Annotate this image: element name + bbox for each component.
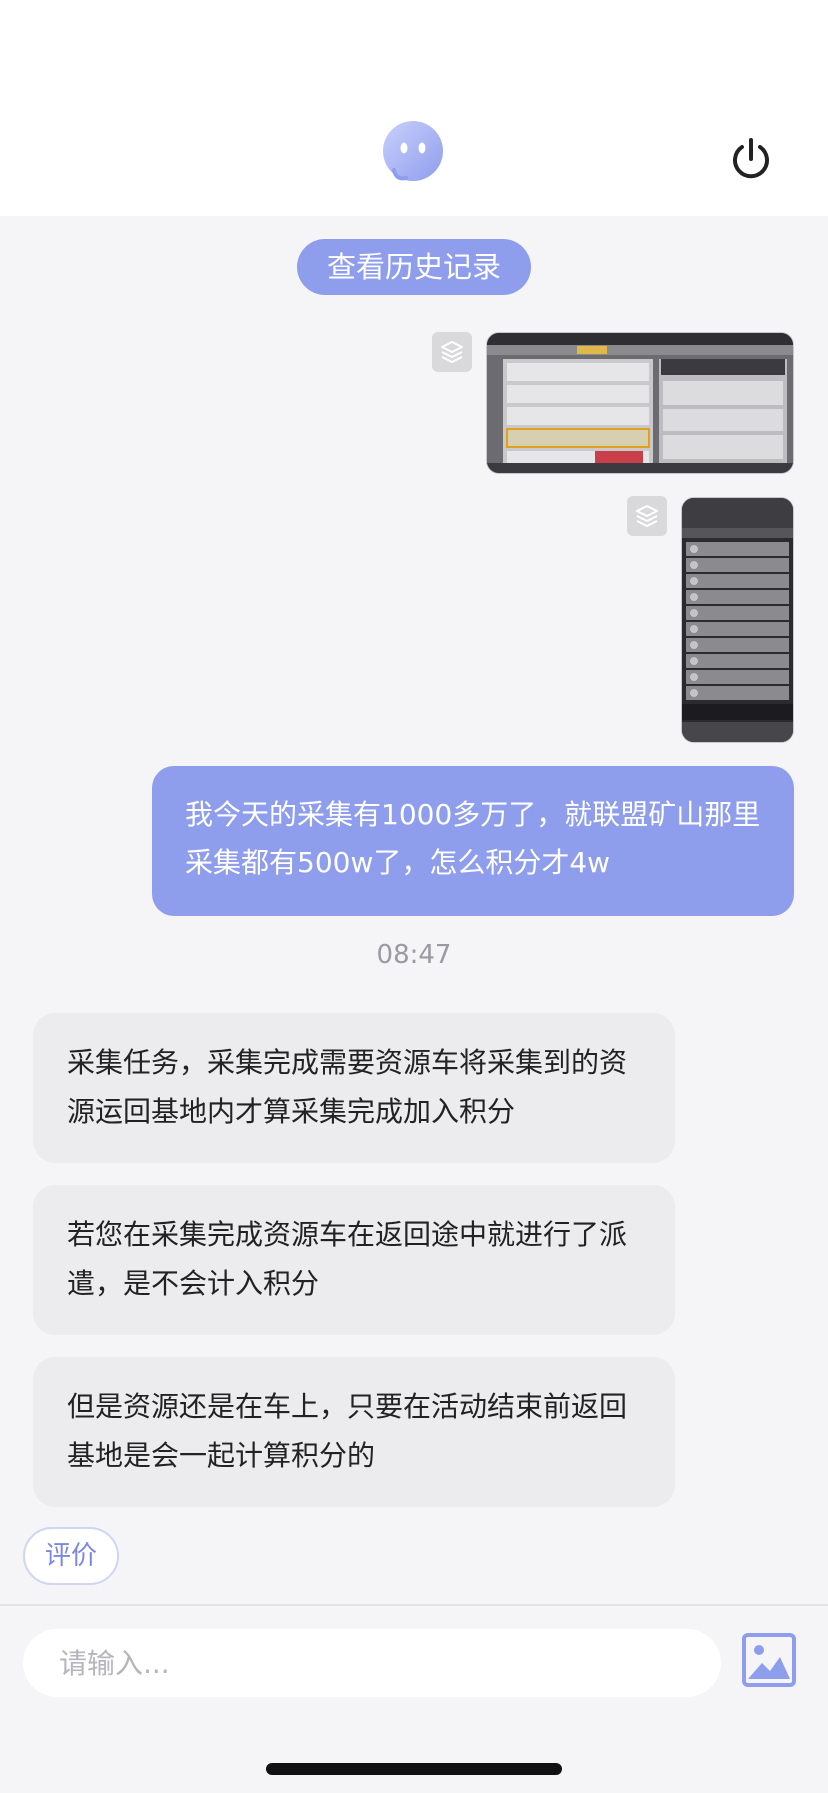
user-message-text: 我今天的采集有1000多万了，就联盟矿山那里采集都有500w了，怎么积分才4w — [185, 798, 761, 879]
bot-message-text: 采集任务，采集完成需要资源车将采集到的资源运回基地内才算采集完成加入积分 — [67, 1046, 628, 1128]
bot-message-bubble: 若您在采集完成资源车在返回途中就进行了派遣，是不会计入积分 — [33, 1185, 675, 1335]
chat-header — [0, 0, 828, 216]
power-icon[interactable] — [728, 136, 774, 182]
rate-button[interactable]: 评价 — [23, 1527, 119, 1585]
layers-icon — [627, 496, 667, 536]
image-attachment-thumbnail[interactable] — [682, 498, 793, 742]
bot-message-text: 若您在采集完成资源车在返回途中就进行了派遣，是不会计入积分 — [67, 1218, 628, 1300]
image-icon[interactable] — [742, 1633, 796, 1687]
user-message-bubble: 我今天的采集有1000多万了，就联盟矿山那里采集都有500w了，怎么积分才4w — [152, 766, 794, 916]
image-attachment-thumbnail[interactable] — [487, 333, 793, 473]
bot-message-bubble: 采集任务，采集完成需要资源车将采集到的资源运回基地内才算采集完成加入积分 — [33, 1013, 675, 1163]
bot-message-text: 但是资源还是在车上，只要在活动结束前返回基地是会一起计算积分的 — [67, 1390, 628, 1472]
bot-message-bubble: 但是资源还是在车上，只要在活动结束前返回基地是会一起计算积分的 — [33, 1357, 675, 1507]
layers-icon — [432, 332, 472, 372]
message-input[interactable] — [23, 1629, 721, 1697]
home-indicator — [266, 1763, 562, 1775]
bot-avatar-icon — [383, 121, 443, 181]
message-input-bar — [0, 1604, 828, 1716]
message-timestamp: 08:47 — [376, 940, 452, 970]
view-history-button[interactable]: 查看历史记录 — [297, 239, 531, 295]
